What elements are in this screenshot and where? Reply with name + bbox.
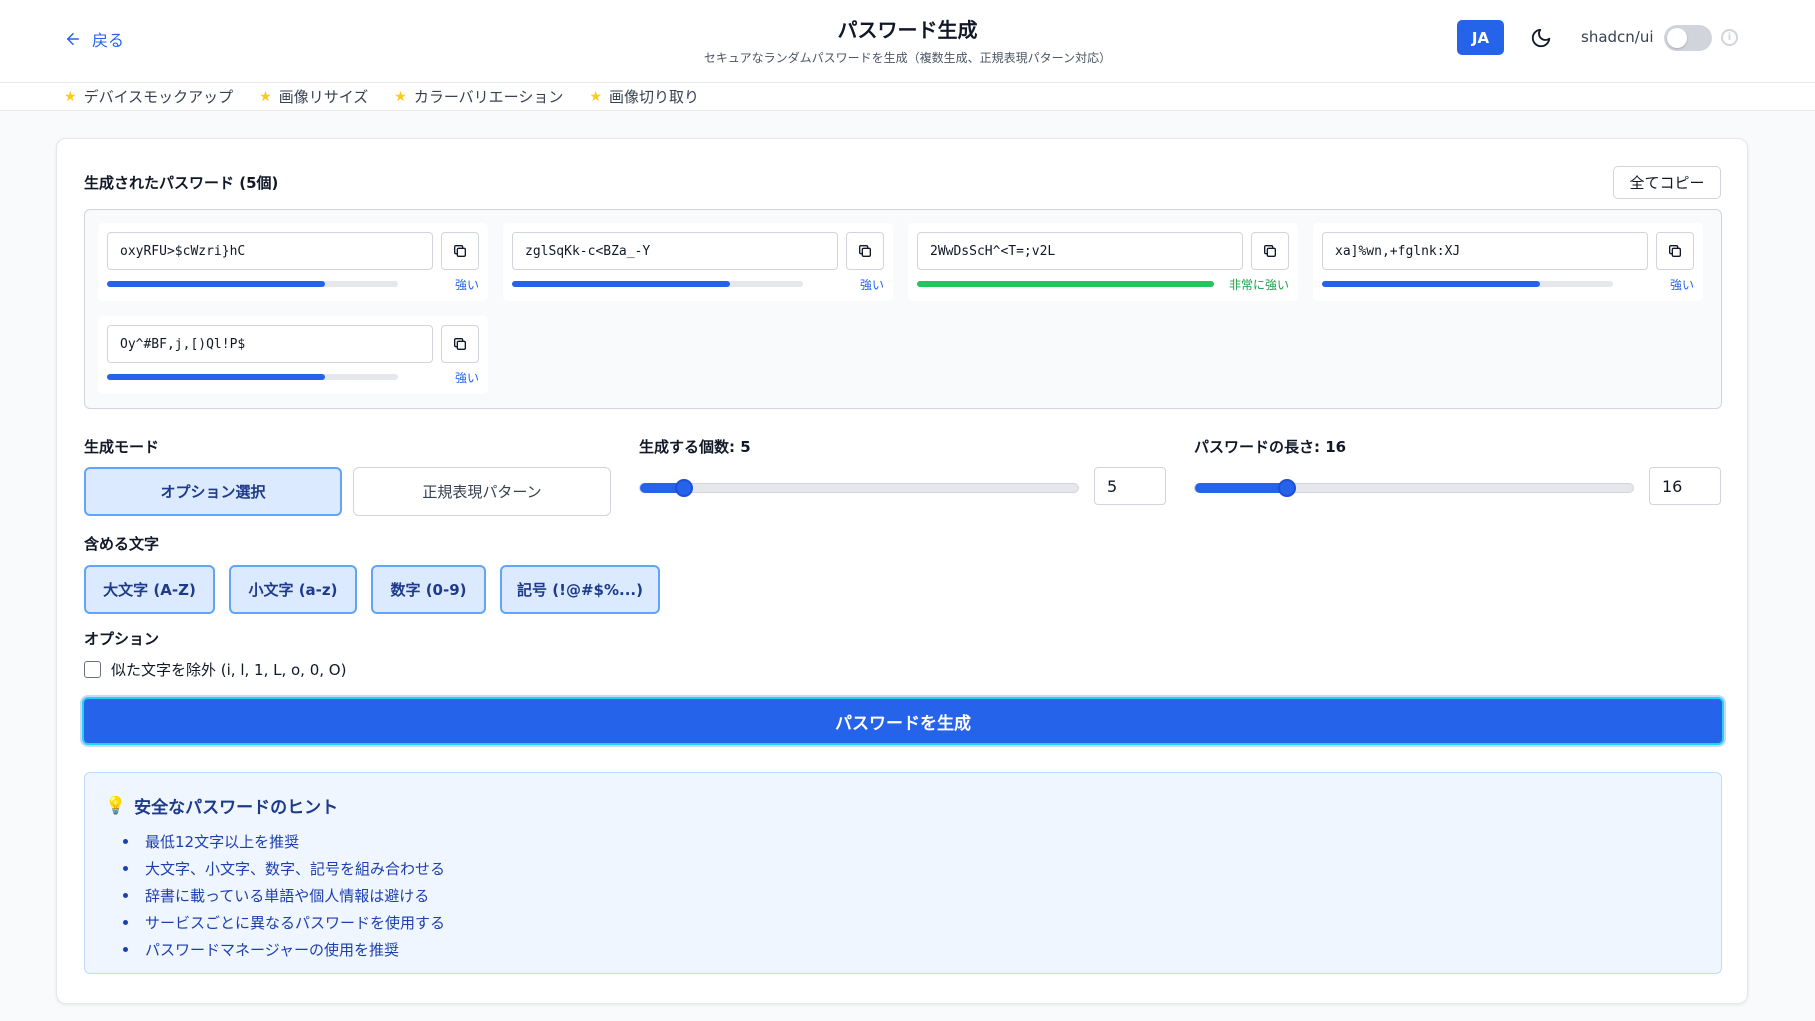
- favorite-label: 画像切り取り: [608, 88, 699, 106]
- password-list: oxyRFU>$cWzri}hC 強い zglSqKk-c<BZa_-Y 強い …: [84, 209, 1722, 409]
- copy-button[interactable]: [1656, 232, 1694, 270]
- tips-panel: 💡 安全なパスワードのヒント 最低12文字以上を推奨 大文字、小文字、数字、記号…: [84, 772, 1722, 974]
- count-slider-thumb[interactable]: [675, 479, 693, 497]
- lightbulb-icon: 💡: [105, 795, 127, 816]
- password-item: zglSqKk-c<BZa_-Y 強い: [503, 223, 893, 301]
- password-field[interactable]: oxyRFU>$cWzri}hC: [107, 232, 433, 270]
- strength-label: 強い: [859, 278, 884, 292]
- password-item: 2WwDsScH^<T=;v2L 非常に強い: [908, 223, 1298, 301]
- password-field[interactable]: 2WwDsScH^<T=;v2L: [917, 232, 1243, 270]
- app-header: 戻る パスワード生成 セキュアなランダムパスワードを生成（複数生成、正規表現パタ…: [0, 0, 1815, 83]
- generated-title: 生成されたパスワード (5個): [84, 174, 279, 192]
- favorite-label: カラーバリエーション: [413, 88, 564, 106]
- mode-regex-button[interactable]: 正規表現パターン: [353, 467, 611, 516]
- exclude-similar-option[interactable]: 似た文字を除外 (i, l, 1, L, o, 0, O): [84, 659, 346, 680]
- star-icon: ★: [64, 88, 77, 105]
- star-icon: ★: [394, 88, 407, 105]
- tips-heading: 💡 安全なパスワードのヒント: [105, 793, 339, 819]
- shadcn-toggle[interactable]: [1664, 25, 1712, 51]
- copy-all-button[interactable]: 全てコピー: [1613, 166, 1721, 199]
- count-label: 生成する個数: 5: [639, 438, 751, 456]
- length-slider[interactable]: [1194, 479, 1634, 497]
- copy-button[interactable]: [1251, 232, 1289, 270]
- favorite-label: 画像リサイズ: [278, 88, 369, 106]
- moon-icon[interactable]: [1530, 27, 1552, 49]
- favorites-bar: ★ デバイスモックアップ ★ 画像リサイズ ★ カラーバリエーション ★ 画像切り取り: [0, 83, 1815, 111]
- strength-bar-fill: [1322, 281, 1541, 287]
- password-field[interactable]: zglSqKk-c<BZa_-Y: [512, 232, 838, 270]
- length-slider-fill: [1195, 483, 1288, 493]
- copy-button[interactable]: [441, 232, 479, 270]
- generate-button[interactable]: パスワードを生成: [82, 697, 1724, 745]
- copy-icon: [454, 245, 466, 257]
- exclude-similar-checkbox[interactable]: [84, 661, 101, 678]
- copy-icon: [1669, 245, 1681, 257]
- tips-title: 安全なパスワードのヒント: [134, 798, 339, 818]
- password-item: Oy^#BF,j,[)Ql!P$ 強い: [98, 316, 488, 394]
- star-icon: ★: [589, 88, 602, 105]
- mode-label: 生成モード: [84, 438, 160, 456]
- copy-button[interactable]: [846, 232, 884, 270]
- strength-label: 強い: [1669, 278, 1694, 292]
- language-button[interactable]: JA: [1457, 20, 1504, 55]
- count-slider[interactable]: [639, 479, 1079, 497]
- password-field[interactable]: xa]%wn,+fglnk:XJ: [1322, 232, 1648, 270]
- copy-icon: [1264, 245, 1276, 257]
- info-icon[interactable]: i: [1721, 29, 1738, 46]
- options-label: オプション: [84, 630, 160, 648]
- strength-bar: [1322, 281, 1613, 287]
- favorite-item[interactable]: ★ カラーバリエーション: [394, 86, 563, 107]
- copy-icon: [454, 338, 466, 350]
- password-field[interactable]: Oy^#BF,j,[)Ql!P$: [107, 325, 433, 363]
- favorite-label: デバイスモックアップ: [83, 88, 234, 106]
- strength-label: 強い: [454, 278, 479, 292]
- strength-bar: [107, 281, 398, 287]
- length-label: パスワードの長さ: 16: [1194, 438, 1347, 456]
- strength-bar: [512, 281, 803, 287]
- tip-item: 最低12文字以上を推奨: [123, 828, 445, 855]
- strength-label: 強い: [454, 371, 479, 385]
- charset-lowercase-button[interactable]: 小文字 (a-z): [229, 565, 357, 614]
- strength-bar-fill: [512, 281, 731, 287]
- star-icon: ★: [259, 88, 272, 105]
- strength-label: 非常に強い: [1228, 278, 1289, 292]
- page-subtitle: セキュアなランダムパスワードを生成（複数生成、正規表現パターン対応）: [703, 51, 1112, 65]
- length-input[interactable]: 16: [1649, 467, 1721, 505]
- tip-item: 辞書に載っている単語や個人情報は避ける: [123, 882, 445, 909]
- favorite-item[interactable]: ★ 画像切り取り: [589, 86, 699, 107]
- generator-card: 生成されたパスワード (5個) 全てコピー oxyRFU>$cWzri}hC 強…: [56, 138, 1748, 1004]
- strength-bar-fill: [107, 281, 326, 287]
- length-slider-thumb[interactable]: [1278, 479, 1297, 497]
- charset-uppercase-button[interactable]: 大文字 (A-Z): [84, 565, 215, 614]
- exclude-similar-label: 似た文字を除外 (i, l, 1, L, o, 0, O): [111, 661, 347, 679]
- password-item: xa]%wn,+fglnk:XJ 強い: [1313, 223, 1703, 301]
- count-input[interactable]: 5: [1094, 467, 1166, 505]
- favorite-item[interactable]: ★ デバイスモックアップ: [64, 86, 233, 107]
- strength-bar: [107, 374, 398, 380]
- mode-options-button[interactable]: オプション選択: [84, 467, 342, 516]
- shadcn-label: shadcn/ui: [1581, 28, 1654, 46]
- strength-bar-fill: [917, 281, 1214, 287]
- password-item: oxyRFU>$cWzri}hC 強い: [98, 223, 488, 301]
- tip-item: サービスごとに異なるパスワードを使用する: [123, 909, 445, 936]
- copy-button[interactable]: [441, 325, 479, 363]
- strength-bar-fill: [107, 374, 326, 380]
- tip-item: パスワードマネージャーの使用を推奨: [123, 936, 445, 963]
- tips-list: 最低12文字以上を推奨 大文字、小文字、数字、記号を組み合わせる 辞書に載ってい…: [123, 828, 445, 963]
- charset-numbers-button[interactable]: 数字 (0-9): [371, 565, 486, 614]
- tip-item: 大文字、小文字、数字、記号を組み合わせる: [123, 855, 445, 882]
- favorite-item[interactable]: ★ 画像リサイズ: [259, 86, 368, 107]
- copy-icon: [859, 245, 871, 257]
- toggle-knob: [1667, 28, 1687, 48]
- charsets-label: 含める文字: [84, 535, 160, 553]
- charset-symbols-button[interactable]: 記号 (!@#$%...): [500, 565, 660, 614]
- strength-bar: [917, 281, 1214, 287]
